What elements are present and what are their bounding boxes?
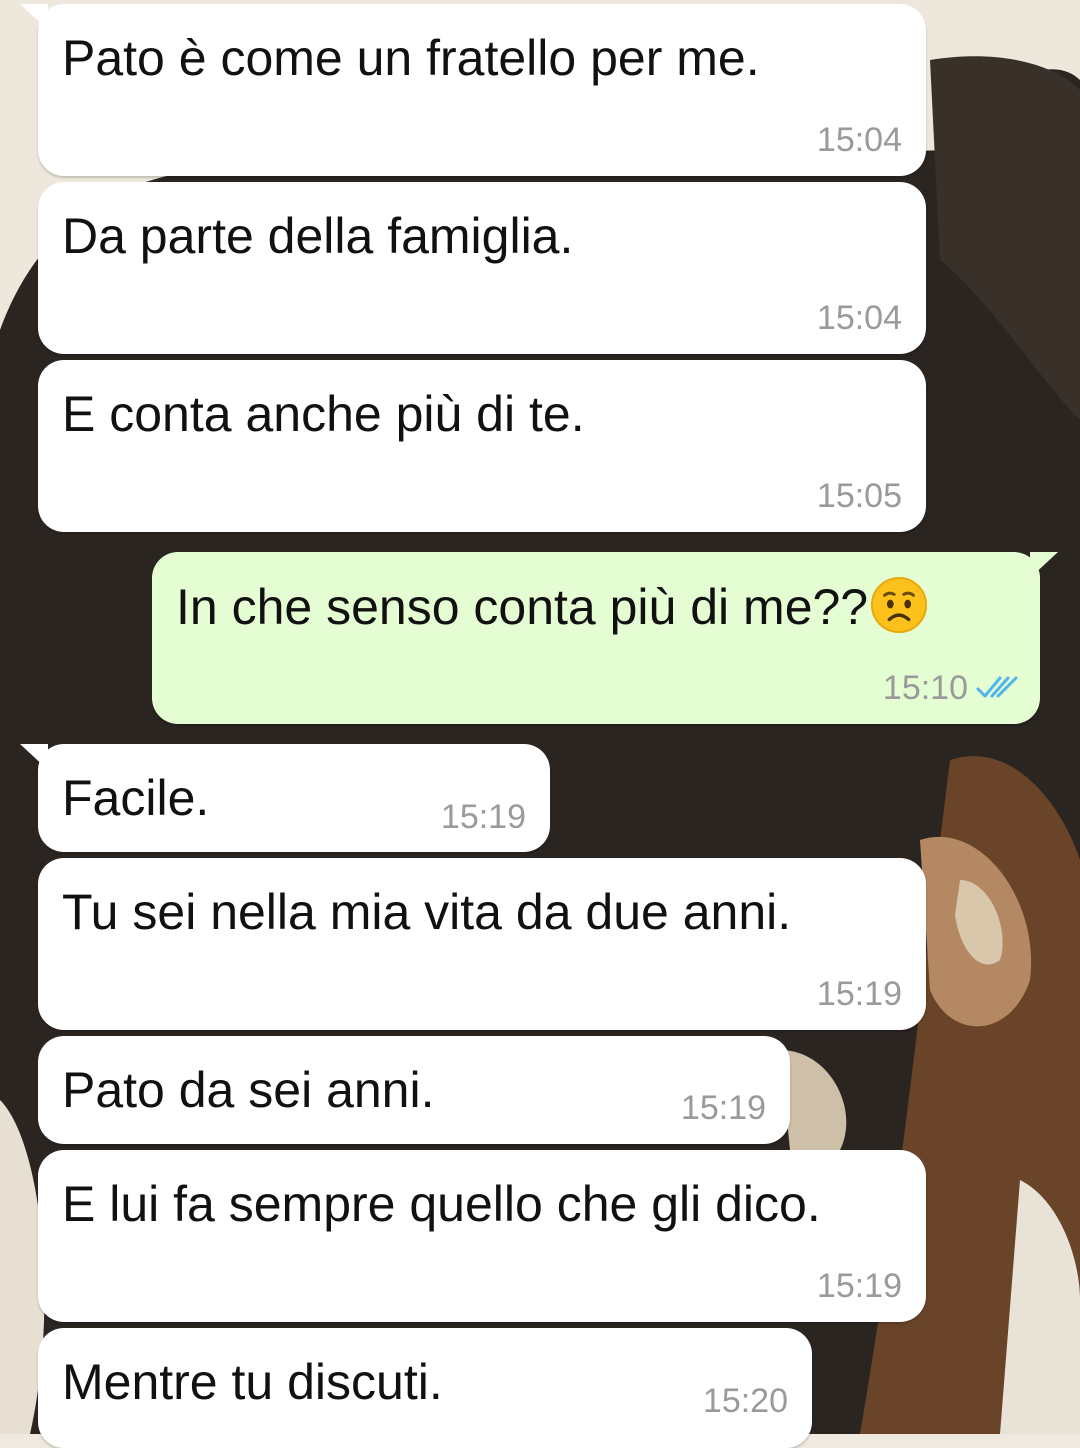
message-text: Tu sei nella mia vita da due anni. [62, 884, 792, 940]
message-text: Da parte della famiglia. [62, 208, 574, 264]
message-text: Pato da sei anni. [62, 1062, 435, 1118]
message-timestamp: 15:19 [816, 1267, 902, 1305]
message-timestamp: 15:20 [702, 1382, 788, 1420]
message-bubble-incoming[interactable]: Pato è come un fratello per me. 15:04 [20, 4, 926, 176]
read-receipt-double-check-icon [976, 676, 1018, 698]
message-timestamp: 15:05 [816, 477, 902, 515]
bubble-tail [20, 4, 48, 30]
message-timestamp: 15:19 [816, 975, 902, 1013]
message-bubble-incoming[interactable]: Da parte della famiglia. 15:04 [38, 182, 926, 354]
message-bubble-incoming[interactable]: E lui fa sempre quello che gli dico. 15:… [38, 1150, 926, 1322]
message-timestamp: 15:19 [440, 798, 526, 836]
message-text: E lui fa sempre quello che gli dico. [62, 1176, 821, 1232]
message-text: Pato è come un fratello per me. [62, 30, 760, 86]
worried-face-emoji-icon [871, 576, 928, 634]
message-text: Mentre tu discuti. [62, 1354, 443, 1410]
message-timestamp: 15:04 [816, 299, 902, 337]
message-bubble-incoming[interactable]: E conta anche più di te. 15:05 [38, 360, 926, 532]
message-timestamp: 15:04 [816, 121, 902, 159]
message-bubble-incoming[interactable]: Pato da sei anni. 15:19 [38, 1036, 790, 1144]
message-text: Facile. [62, 770, 210, 826]
message-text: E conta anche più di te. [62, 386, 585, 442]
bubble-tail [1030, 552, 1058, 578]
message-bubble-incoming[interactable]: Mentre tu discuti. 15:20 [38, 1328, 812, 1448]
message-text: In che senso conta più di me?? [176, 576, 928, 637]
message-bubble-incoming[interactable]: Tu sei nella mia vita da due anni. 15:19 [38, 858, 926, 1030]
message-bubble-outgoing[interactable]: In che senso conta più di me?? 15:10 [152, 552, 1058, 724]
message-timestamp: 15:19 [680, 1089, 766, 1127]
bubble-tail [20, 744, 48, 770]
message-bubble-incoming[interactable]: Facile. 15:19 [20, 744, 550, 852]
message-timestamp: 15:10 [882, 669, 968, 707]
